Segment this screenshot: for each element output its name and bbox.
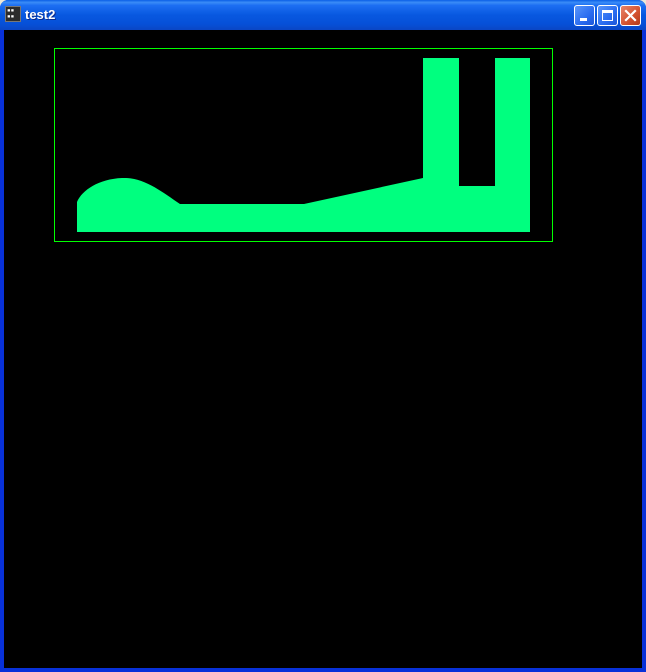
- close-icon: [624, 9, 637, 22]
- maximize-button[interactable]: [597, 5, 618, 26]
- title-bar[interactable]: ▪▪ ▪▪ test2: [0, 0, 646, 30]
- drawing-svg: [54, 48, 553, 242]
- app-icon[interactable]: ▪▪ ▪▪: [5, 6, 21, 22]
- maximize-icon: [602, 10, 613, 21]
- minimize-button[interactable]: [574, 5, 595, 26]
- minimize-icon: [580, 18, 587, 21]
- app-window: ▪▪ ▪▪ test2: [0, 0, 646, 672]
- green-shape: [77, 58, 530, 232]
- close-button[interactable]: [620, 5, 641, 26]
- drawing-canvas[interactable]: [4, 30, 642, 668]
- window-title: test2: [25, 7, 56, 22]
